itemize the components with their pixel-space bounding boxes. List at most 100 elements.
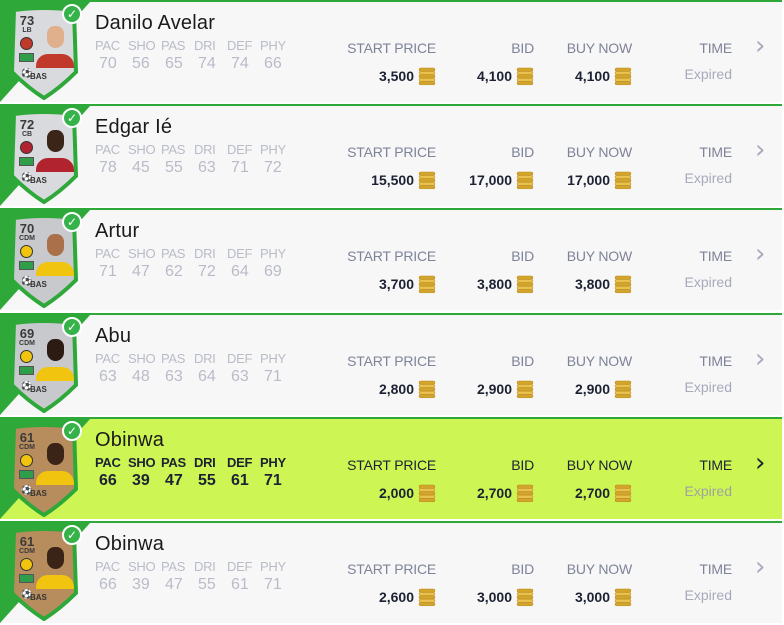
- player-name: Danilo Avelar: [95, 12, 216, 34]
- transfer-list-item[interactable]: 73 LB ⚽ BAS ✓ Danilo Avelar PAC 70 SHO 56 PAS 65 DRI…: [0, 0, 782, 102]
- bid-label: BID: [511, 353, 534, 369]
- time-label: TIME: [699, 353, 732, 369]
- stat-label: PAC: [95, 38, 120, 53]
- player-stats: PAC 63 SHO 48 PAS 63 DRI 64 DEF 63 PHY 71: [95, 351, 293, 387]
- start-price-label: START PRICE: [347, 457, 436, 473]
- buy-now-value-text: 3,800: [574, 276, 610, 292]
- stat-sho: SHO 56: [128, 38, 161, 74]
- stat-sho: SHO 39: [128, 559, 161, 595]
- club-badge-icon: [20, 350, 33, 363]
- card-position: CDM: [19, 235, 35, 242]
- start-price-value-text: 2,000: [378, 485, 414, 501]
- player-head: [47, 339, 64, 361]
- player-card[interactable]: 61 CDM ⚽ BAS ✓: [8, 421, 82, 517]
- stat-value: 55: [198, 576, 216, 593]
- stat-dri: DRI 55: [194, 455, 227, 491]
- player-card[interactable]: 61 CDM ⚽ BAS ✓: [8, 525, 82, 621]
- card-position: LB: [22, 27, 32, 34]
- stat-pas: PAS 55: [161, 142, 194, 178]
- start-price-value-text: 15,500: [371, 172, 414, 188]
- stat-label: PAC: [95, 559, 120, 574]
- coin-stack-icon: [418, 484, 436, 503]
- player-card[interactable]: 73 LB ⚽ BAS ✓: [8, 4, 82, 100]
- stat-value: 47: [132, 263, 150, 280]
- transfer-list-item[interactable]: 72 CB ⚽ BAS ✓ Edgar Ié PAC 78 SHO 45 PAS 55 DRI 63 DEF…: [0, 104, 782, 206]
- nation-flag-icon: [19, 157, 34, 166]
- stat-value: 72: [198, 263, 216, 280]
- stat-label: DRI: [194, 559, 216, 574]
- player-portrait: [36, 124, 74, 172]
- stat-label: SHO: [128, 246, 156, 261]
- start-price-value: 15,500: [340, 168, 436, 192]
- stat-label: DRI: [194, 455, 216, 470]
- stat-label: PAS: [161, 142, 186, 157]
- coin-stack-icon: [516, 484, 534, 503]
- club-badge-icon: [20, 454, 33, 467]
- coin-stack-icon: [614, 484, 632, 503]
- stat-label: PAC: [95, 351, 120, 366]
- buy-now-label: BUY NOW: [566, 457, 632, 473]
- stat-value: 55: [165, 159, 183, 176]
- chevron-right-icon[interactable]: ›: [755, 346, 769, 372]
- player-shirt: [36, 158, 74, 172]
- player-portrait: [36, 541, 74, 589]
- stat-value: 71: [99, 263, 117, 280]
- bid-value-text: 3,800: [476, 276, 512, 292]
- stat-phy: PHY 71: [260, 351, 293, 387]
- player-card[interactable]: 70 CDM ⚽ BAS ✓: [8, 212, 82, 308]
- coin-stack-icon: [614, 171, 632, 190]
- buy-now-value: 2,900: [540, 377, 632, 401]
- buy-now-value-text: 2,900: [574, 381, 610, 397]
- stat-label: DEF: [227, 38, 253, 53]
- stat-value: 71: [231, 159, 249, 176]
- start-price-label: START PRICE: [347, 353, 436, 369]
- stat-pas: PAS 47: [161, 559, 194, 595]
- buy-now-value: 2,700: [540, 481, 632, 505]
- transfer-list-item[interactable]: 61 CDM ⚽ BAS ✓ Obinwa PAC 66 SHO 39 PAS 47 DRI 55 DEF 6…: [0, 521, 782, 623]
- time-remaining: Expired: [684, 483, 732, 499]
- player-shirt: [36, 471, 74, 485]
- stat-value: 72: [264, 159, 282, 176]
- stat-dri: DRI 64: [194, 351, 227, 387]
- player-head: [47, 26, 64, 48]
- stat-pac: PAC 70: [95, 38, 128, 74]
- buy-now-value: 4,100: [540, 64, 632, 88]
- check-icon: ✓: [62, 525, 82, 545]
- stat-value: 71: [264, 368, 282, 385]
- time-label: TIME: [699, 561, 732, 577]
- stat-value: 48: [132, 368, 150, 385]
- chevron-right-icon[interactable]: ›: [755, 554, 769, 580]
- stat-value: 45: [132, 159, 150, 176]
- coin-stack-icon: [516, 275, 534, 294]
- time-label: TIME: [699, 40, 732, 56]
- chevron-right-icon[interactable]: ›: [755, 241, 769, 267]
- stat-pas: PAS 62: [161, 246, 194, 282]
- coin-stack-icon: [418, 171, 436, 190]
- bid-label: BID: [511, 457, 534, 473]
- stat-phy: PHY 69: [260, 246, 293, 282]
- player-name: Obinwa: [95, 533, 165, 555]
- chevron-right-icon[interactable]: ›: [755, 450, 769, 476]
- player-card[interactable]: 69 CDM ⚽ BAS ✓: [8, 317, 82, 413]
- start-price-value-text: 2,600: [378, 589, 414, 605]
- nation-flag-icon: [19, 574, 34, 583]
- card-rating: 61: [19, 430, 35, 445]
- coin-stack-icon: [418, 588, 436, 607]
- player-stats: PAC 66 SHO 39 PAS 47 DRI 55 DEF 61 PHY 71: [95, 559, 293, 595]
- player-stats: PAC 71 SHO 47 PAS 62 DRI 72 DEF 64 PHY 69: [95, 246, 293, 282]
- chevron-right-icon[interactable]: ›: [755, 33, 769, 59]
- start-price-label: START PRICE: [347, 561, 436, 577]
- bid-value: 3,000: [450, 585, 534, 609]
- stat-value: 63: [198, 159, 216, 176]
- player-shirt: [36, 575, 74, 589]
- player-head: [47, 234, 64, 256]
- transfer-list-item[interactable]: 70 CDM ⚽ BAS ✓ Artur PAC 71 SHO 47 PAS 62 DRI 72 DEF 64…: [0, 208, 782, 310]
- player-portrait: [36, 20, 74, 68]
- stat-value: 62: [165, 263, 183, 280]
- player-card[interactable]: 72 CB ⚽ BAS ✓: [8, 108, 82, 204]
- transfer-list-item[interactable]: 69 CDM ⚽ BAS ✓ Abu PAC 63 SHO 48 PAS 63 DRI 64 DEF 63 PH…: [0, 313, 782, 415]
- chevron-right-icon[interactable]: ›: [755, 137, 769, 163]
- stat-label: PAC: [95, 142, 120, 157]
- transfer-list-item[interactable]: 61 CDM ⚽ BAS ✓ Obinwa PAC 66 SHO 39 PAS 47 DRI 55 DEF 6…: [0, 417, 782, 519]
- buy-now-value-text: 3,000: [574, 589, 610, 605]
